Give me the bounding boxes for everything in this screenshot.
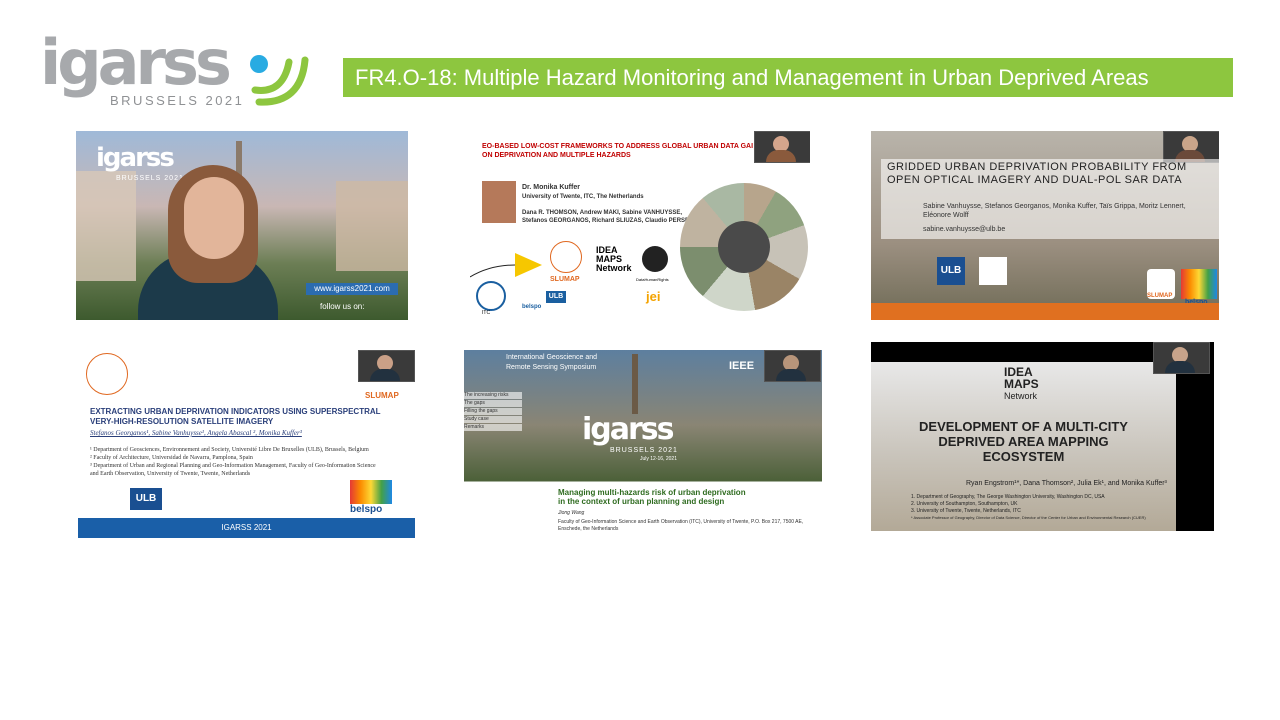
tile4-belspo-icon bbox=[350, 480, 392, 504]
tile6-title-1: DEVELOPMENT OF A MULTI-CITY bbox=[919, 419, 1128, 434]
tile2-affiliation: University of Twente, ITC, The Netherlan… bbox=[522, 194, 644, 200]
tile4-ulb: ULB bbox=[130, 488, 162, 510]
tile2-datahumanrights: DataHumanRights bbox=[636, 277, 669, 282]
arrow-icon bbox=[470, 253, 542, 278]
tile4-authors: Stefanos Georganos¹, Sabine Vanhuysse¹, … bbox=[90, 429, 302, 437]
slide-tile-2[interactable]: EO-BASED LOW-COST FRAMEWORKS TO ADDRESS … bbox=[470, 131, 810, 320]
tile2-itc: ITC bbox=[482, 310, 491, 316]
presenter-face bbox=[184, 177, 244, 259]
tile5-presenter-thumb bbox=[764, 350, 821, 382]
tile6-logo-2: MAPS bbox=[1004, 377, 1039, 391]
tile6-title-2: DEPRIVED AREA MAPPING bbox=[938, 434, 1109, 449]
tile3-belspo-icon bbox=[1181, 269, 1217, 299]
slide-tile-4[interactable]: SLUMAP EXTRACTING URBAN DEPRIVATION INDI… bbox=[78, 347, 415, 538]
tile5-author: Jiong Wang bbox=[558, 510, 585, 516]
tile2-jei: jei bbox=[646, 289, 661, 304]
tile1-follow: follow us on: bbox=[320, 302, 365, 311]
tile6-presenter-thumb bbox=[1153, 342, 1210, 374]
tile2-datahr-icon bbox=[642, 246, 668, 272]
tile5-dates: July 12-16, 2021 bbox=[640, 456, 677, 462]
tile2-idea-maps: IDEA MAPS Network bbox=[596, 245, 632, 273]
tile6-title-3: ECOSYSTEM bbox=[982, 449, 1065, 464]
tile2-belspo: belspo bbox=[522, 304, 542, 310]
tile5-menu-item[interactable]: The increasing risks bbox=[464, 392, 522, 399]
tile6-logo-3: Network bbox=[1004, 391, 1038, 401]
tile5-menu-item[interactable]: Remarks bbox=[464, 424, 522, 431]
tile5-aff-1: Faculty of Geo-Information Science and E… bbox=[558, 519, 804, 525]
tile1-logo: igarss bbox=[96, 143, 175, 173]
tile3-ulb: ULB bbox=[937, 257, 965, 285]
tile3-title-1: GRIDDED URBAN DEPRIVATION PROBABILITY FR… bbox=[887, 161, 1187, 173]
tile2-itc-icon bbox=[476, 281, 506, 311]
tile3-itc-icon bbox=[979, 257, 1007, 285]
tile2-presenter: Dr. Monika Kuffer bbox=[522, 184, 580, 191]
tile5-aff-2: Enschede, the Netherlands bbox=[558, 526, 619, 532]
tile1-url: www.igarss2021.com bbox=[306, 283, 398, 295]
tile1-logo-sub: BRUSSELS 2021 bbox=[116, 175, 184, 182]
tile2-ulb: ULB bbox=[546, 291, 566, 303]
tile5-menu-item[interactable]: The gaps bbox=[464, 400, 522, 407]
tile5-menu-item[interactable]: Study case bbox=[464, 416, 522, 423]
tile2-slumap-icon bbox=[550, 241, 582, 273]
tile6-aff-3: 3. University of Twente, Twente, Netherl… bbox=[911, 508, 1021, 514]
tile2-title-1: EO-BASED LOW-COST FRAMEWORKS TO ADDRESS … bbox=[482, 143, 754, 150]
video-tile-1[interactable]: igarss BRUSSELS 2021 www.igarss2021.com … bbox=[76, 131, 408, 320]
tile5-symposium-2: Remote Sensing Symposium bbox=[506, 364, 597, 371]
slide-tile-5[interactable]: International Geoscience and Remote Sens… bbox=[464, 350, 822, 538]
tile2-presenter-thumb bbox=[754, 131, 810, 163]
tile5-menu: The increasing risks The gaps Filling th… bbox=[464, 392, 522, 432]
tile5-symposium-1: International Geoscience and bbox=[506, 354, 598, 361]
tile6-aff-1: 1. Department of Geography, The George W… bbox=[911, 494, 1105, 500]
tile2-coauthors-1: Dana R. THOMSON, Andrew MAKI, Sabine VAN… bbox=[522, 210, 683, 216]
tile4-slumap-icon bbox=[86, 353, 128, 395]
tile4-aff1: ¹ Department of Geosciences, Environneme… bbox=[90, 447, 369, 453]
session-title-bar: FR4.O-18: Multiple Hazard Monitoring and… bbox=[343, 58, 1233, 97]
tile2-coauthors-2: Stefanos GEORGANOS, Richard SLIUZAS, Cla… bbox=[522, 218, 702, 224]
tile3-slumap: SLUMAP bbox=[1147, 293, 1173, 299]
tile5-menu-item[interactable]: Filling the gaps bbox=[464, 408, 522, 415]
logo-wave-icon bbox=[250, 55, 309, 106]
tile4-belspo: belspo bbox=[350, 504, 383, 515]
tile4-title-2: VERY-HIGH-RESOLUTION SATELLITE IMAGERY bbox=[90, 417, 274, 426]
tile4-title-1: EXTRACTING URBAN DEPRIVATION INDICATORS … bbox=[90, 407, 381, 416]
tile4-footer: IGARSS 2021 bbox=[78, 518, 415, 538]
tile6-note: * Associate Professor of Geography, Dire… bbox=[911, 515, 1146, 520]
building-left bbox=[76, 171, 136, 281]
tile2-wheel-center bbox=[718, 221, 770, 273]
tile3-authors: Sabine Vanhuysse, Stefanos Georganos, Mo… bbox=[923, 203, 1186, 219]
tile5-logo: igarss bbox=[582, 412, 675, 447]
logo-subtitle: BRUSSELS 2021 bbox=[110, 93, 245, 108]
tile2-slumap: SLUMAP bbox=[550, 276, 580, 283]
slide-tile-3[interactable]: GRIDDED URBAN DEPRIVATION PROBABILITY FR… bbox=[871, 131, 1219, 320]
tile4-aff4: and Earth Observation, University of Twe… bbox=[90, 471, 251, 477]
tile2-title-2: ON DEPRIVATION AND MULTIPLE HAZARDS bbox=[482, 152, 631, 159]
tile3-footer-bar bbox=[871, 303, 1219, 320]
tile3-title-2: OPEN OPTICAL IMAGERY AND DUAL-POL SAR DA… bbox=[887, 174, 1183, 186]
tile5-ieee: IEEE bbox=[729, 360, 755, 372]
logo-wordmark: igarss bbox=[40, 26, 232, 99]
tile5-tower bbox=[632, 354, 638, 414]
tile5-title-2: in the context of urban planning and des… bbox=[558, 497, 725, 506]
tile6-aff-2: 2. University of Southampton, Southampto… bbox=[911, 501, 1018, 507]
tile5-logo-sub: BRUSSELS 2021 bbox=[610, 447, 678, 454]
tile4-presenter-thumb bbox=[358, 350, 415, 382]
tile4-aff2: ² Faculty of Architecture, Universidad d… bbox=[90, 455, 253, 461]
tile4-aff3: ³ Department of Urban and Regional Plann… bbox=[90, 463, 376, 469]
igarss-logo: igarss BRUSSELS 2021 bbox=[40, 28, 310, 112]
slide-tile-6[interactable]: IDEA MAPS Network DEVELOPMENT OF A MULTI… bbox=[871, 342, 1214, 531]
tile4-slumap: SLUMAP bbox=[365, 391, 399, 400]
tile5-title-1: Managing multi-hazards risk of urban dep… bbox=[558, 488, 746, 497]
building-right bbox=[336, 181, 408, 271]
tile6-authors: Ryan Engstrom¹*, Dana Thomson², Julia Ek… bbox=[966, 480, 1167, 487]
tile3-email: sabine.vanhuysse@ulb.be bbox=[923, 226, 1006, 233]
tile2-portrait bbox=[482, 181, 516, 223]
